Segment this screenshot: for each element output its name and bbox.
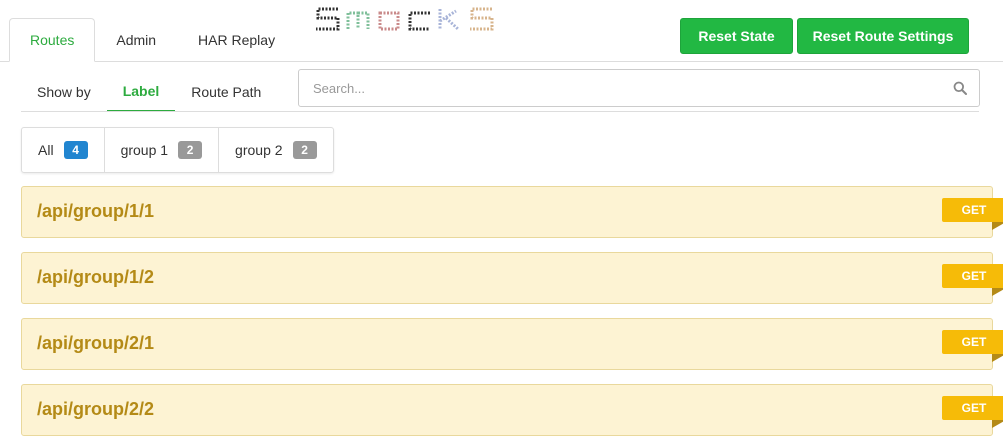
search-icon[interactable] [953, 81, 967, 95]
smocks-logo [316, 7, 494, 31]
method-badge-fold [992, 288, 1003, 296]
method-badge: GET [942, 396, 1003, 420]
method-badge: GET [942, 198, 1003, 222]
method-badge: GET [942, 330, 1003, 354]
route-item[interactable]: /api/group/2/2 GET [21, 384, 1003, 436]
filter-group-2[interactable]: group 2 2 [219, 128, 332, 172]
show-by-nav: Show by Label Route Path [21, 72, 277, 112]
route-path: /api/group/1/1 [37, 201, 155, 221]
group-filter-bar: All 4 group 1 2 group 2 2 [21, 127, 334, 173]
route-path: /api/group/2/2 [37, 399, 155, 419]
route-item[interactable]: /api/group/1/2 GET [21, 252, 1003, 304]
tab-admin[interactable]: Admin [95, 18, 177, 62]
show-by-divider [21, 111, 979, 112]
page: Routes Admin HAR Replay Reset State Rese… [0, 0, 1003, 446]
search-box [298, 69, 980, 107]
filter-all-count-badge: 4 [63, 141, 88, 159]
filter-all-label: All [38, 142, 54, 158]
method-badge-fold [992, 354, 1003, 362]
filter-group-1-count-badge: 2 [178, 141, 203, 159]
method-badge-fold [992, 222, 1003, 230]
tab-har-replay[interactable]: HAR Replay [177, 18, 296, 62]
filter-all[interactable]: All 4 [22, 128, 105, 172]
route-item[interactable]: /api/group/1/1 GET [21, 186, 1003, 238]
reset-route-settings-button[interactable]: Reset Route Settings [797, 18, 969, 54]
search-input[interactable] [299, 70, 939, 106]
filter-group-1[interactable]: group 1 2 [105, 128, 220, 172]
top-tabs: Routes Admin HAR Replay [9, 18, 296, 62]
filter-group-1-label: group 1 [120, 142, 169, 158]
method-badge: GET [942, 264, 1003, 288]
show-by-option-route-path[interactable]: Route Path [175, 72, 277, 112]
reset-state-button[interactable]: Reset State [680, 18, 793, 54]
route-item[interactable]: /api/group/2/1 GET [21, 318, 1003, 370]
method-badge-fold [992, 420, 1003, 428]
route-path: /api/group/1/2 [37, 267, 155, 287]
show-by-option-label[interactable]: Label [106, 72, 176, 112]
filter-group-2-count-badge: 2 [292, 141, 317, 159]
show-by-label: Show by [37, 84, 91, 100]
route-path: /api/group/2/1 [37, 333, 155, 353]
top-tabs-divider [0, 61, 1003, 62]
tab-routes[interactable]: Routes [9, 18, 96, 62]
filter-group-2-label: group 2 [235, 142, 283, 158]
